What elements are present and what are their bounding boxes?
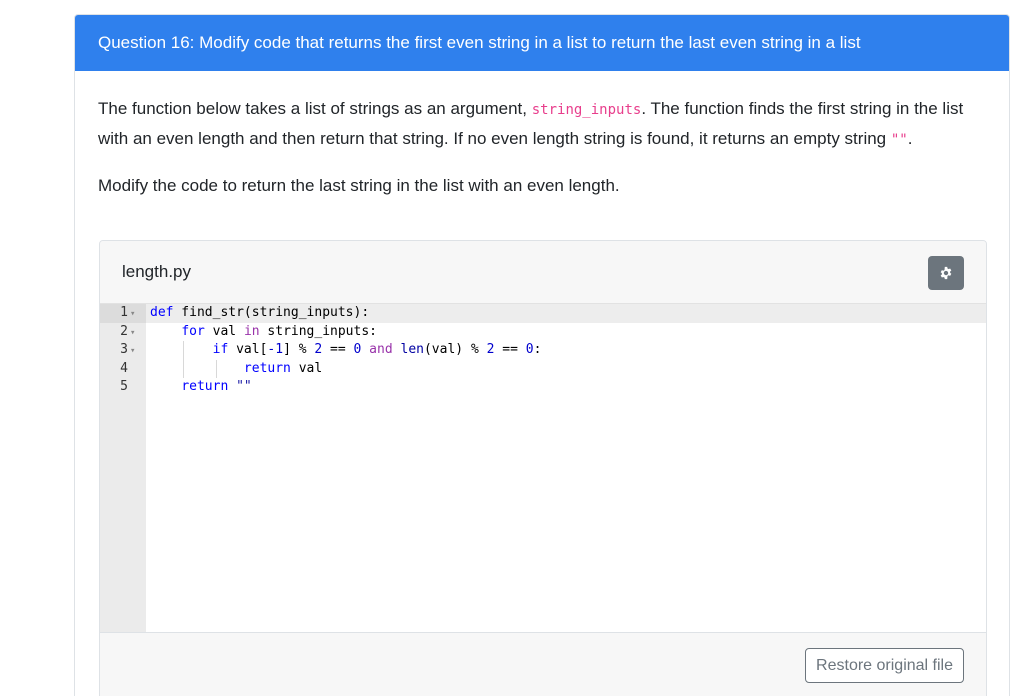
code-line: if val[-1] % 2 == 0 and len(val) % 2 == … bbox=[146, 341, 986, 360]
line-number: 4 bbox=[120, 360, 128, 376]
question-title: Question 16: Modify code that returns th… bbox=[75, 15, 1009, 71]
gear-icon bbox=[940, 266, 952, 280]
line-number: 1 ▾ bbox=[100, 304, 146, 323]
line-number: 5 bbox=[120, 379, 128, 394]
code-line: return "" bbox=[181, 379, 252, 394]
code-line: def find_str(string_inputs): bbox=[146, 304, 986, 323]
code-editor[interactable]: 1 ▾ 2 ▾ 3 ▾ 4 5 def find_str(string_inputs)… bbox=[100, 304, 986, 632]
editor-filename: length.py bbox=[122, 262, 191, 281]
restore-original-file-button[interactable]: Restore original file bbox=[805, 648, 964, 683]
editor-footer: Restore original file bbox=[100, 632, 986, 696]
question-card: Question 16: Modify code that returns th… bbox=[74, 14, 1010, 696]
inline-code-arg: string_inputs bbox=[531, 102, 642, 118]
fold-arrow-icon[interactable]: ▾ bbox=[130, 305, 140, 324]
prompt-text: The function below takes a list of strin… bbox=[98, 99, 532, 118]
editor-header: length.py bbox=[100, 241, 986, 304]
code-editor-panel: length.py 1 ▾ 2 ▾ 3 ▾ 4 5 def find_str(stri… bbox=[99, 240, 987, 696]
fold-arrow-icon[interactable]: ▾ bbox=[130, 324, 140, 343]
prompt-instruction: Modify the code to return the last strin… bbox=[98, 176, 620, 195]
code-line: for val in string_inputs: bbox=[181, 323, 377, 339]
settings-button[interactable] bbox=[928, 256, 964, 290]
question-prompt: The function below takes a list of strin… bbox=[98, 95, 986, 200]
line-number: 3 ▾ bbox=[100, 341, 146, 360]
prompt-period: . bbox=[907, 128, 913, 148]
question-body: The function below takes a list of strin… bbox=[75, 71, 1009, 200]
fold-arrow-icon[interactable]: ▾ bbox=[130, 342, 140, 361]
line-number-gutter: 1 ▾ 2 ▾ 3 ▾ 4 5 bbox=[100, 304, 146, 632]
line-number: 2 ▾ bbox=[100, 323, 146, 342]
prompt-paragraph: The function below takes a list of strin… bbox=[98, 95, 986, 154]
code-text-area[interactable]: def find_str(string_inputs): for val in … bbox=[146, 304, 986, 397]
inline-code-empty-string: "" bbox=[890, 131, 908, 148]
code-line: return val bbox=[146, 359, 986, 378]
